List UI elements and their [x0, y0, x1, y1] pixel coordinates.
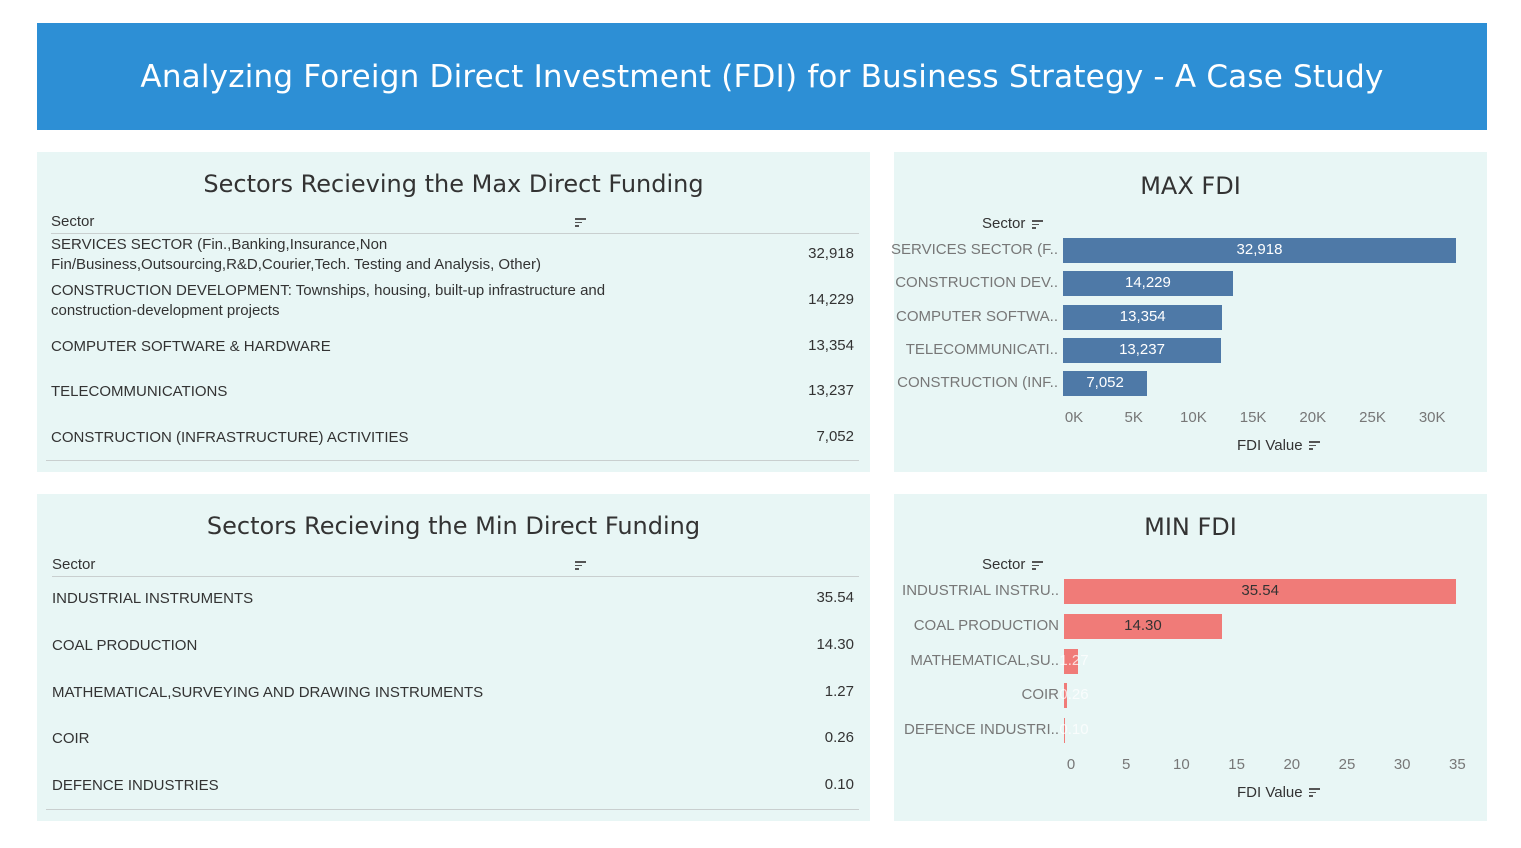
table-divider [46, 460, 859, 461]
x-tick-label: 5K [1124, 409, 1143, 426]
row-value: 1.27 [824, 683, 854, 700]
bar-value-label: 14,229 [1124, 274, 1171, 292]
x-tick-label: 10 [1173, 756, 1190, 773]
sort-icon[interactable] [575, 561, 586, 570]
row-sector: COAL PRODUCTION [52, 637, 198, 654]
x-tick-label: 0 [1066, 756, 1076, 773]
table-row[interactable]: MATHEMATICAL,SURVEYING AND DRAWING INSTR… [52, 672, 859, 718]
bar-category-label: COMPUTER SOFTWA.. [896, 307, 1058, 325]
table-divider [46, 809, 859, 810]
row-value: 14.30 [816, 636, 854, 653]
x-tick-label: 5 [1122, 756, 1131, 773]
bar-value-label: 7,052 [1086, 374, 1124, 392]
sort-icon[interactable] [575, 218, 586, 227]
sector-column-header[interactable]: Sector [52, 556, 95, 573]
y-axis-label: Sector [982, 215, 1026, 232]
row-sector: DEFENCE INDUSTRIES [52, 777, 219, 794]
dashboard-banner: Analyzing Foreign Direct Investment (FDI… [37, 23, 1487, 130]
row-value: 14,229 [808, 291, 854, 308]
min-table-header: Sector [52, 554, 859, 577]
table-row[interactable]: COMPUTER SOFTWARE & HARDWARE 13,354 [51, 326, 859, 370]
bar-value-label: 13,237 [1119, 340, 1165, 358]
x-tick-label: 35 [1449, 756, 1466, 773]
row-sector: MATHEMATICAL,SURVEYING AND DRAWING INSTR… [52, 684, 484, 701]
table-row[interactable]: CONSTRUCTION (INFRASTRUCTURE) ACTIVITIES… [51, 417, 859, 461]
bar-value-label: 13,354 [1119, 307, 1166, 325]
bar-category-label: MATHEMATICAL,SU.. [910, 651, 1059, 669]
table-row[interactable]: COIR 0.26 [52, 718, 859, 764]
max-table-header: Sector [51, 211, 859, 234]
x-tick-label: 30K [1418, 409, 1446, 426]
sort-icon[interactable] [1032, 561, 1043, 570]
x-tick-label: 20 [1283, 756, 1301, 773]
max-fdi-chart-panel: MAX FDI Sector FDI Value SERVICES SECTOR… [891, 152, 1487, 472]
table-row[interactable]: DEFENCE INDUSTRIES 0.10 [52, 765, 859, 811]
bar-category-label: DEFENCE INDUSTRI.. [903, 721, 1059, 739]
sector-column-header[interactable]: Sector [51, 213, 94, 230]
min-table-title: Sectors Recieving the Min Direct Funding [206, 512, 701, 540]
table-row[interactable]: COAL PRODUCTION 14.30 [52, 625, 859, 671]
x-tick-label: 15K [1239, 409, 1267, 426]
table-row[interactable]: INDUSTRIAL INSTRUMENTS 35.54 [52, 578, 859, 624]
chart-title: MIN FDI [1144, 513, 1237, 541]
max-table-title: Sectors Recieving the Max Direct Funding [203, 170, 704, 198]
chart-title: MAX FDI [1140, 172, 1241, 200]
x-axis-label: FDI Value [1237, 784, 1303, 801]
x-tick-label: 20K [1299, 409, 1327, 426]
x-tick-label: 30 [1393, 756, 1411, 773]
bar-value-label: 0.26 [1059, 686, 1089, 704]
row-value: 0.10 [824, 776, 854, 793]
row-sector: CONSTRUCTION DEVELOPMENT: Townships, hou… [51, 282, 606, 319]
bar-value-label: 1.27 [1059, 651, 1089, 669]
x-tick-label: 25K [1359, 409, 1386, 426]
x-axis-label: FDI Value [1237, 437, 1303, 454]
bar-value-label: 14.30 [1124, 616, 1162, 634]
bar-category-label: TELECOMMUNICATI.. [905, 340, 1058, 358]
min-table-panel: Sectors Recieving the Min Direct Funding… [37, 494, 870, 821]
row-value: 0.26 [824, 729, 854, 746]
sort-icon[interactable] [1309, 441, 1320, 450]
bar-category-label: COAL PRODUCTION [913, 616, 1059, 634]
x-tick-label: 15 [1228, 756, 1245, 773]
row-sector: TELECOMMUNICATIONS [51, 383, 228, 400]
bar-value-label: 35.54 [1241, 582, 1279, 599]
table-row[interactable]: CONSTRUCTION DEVELOPMENT: Townships, hou… [51, 280, 859, 324]
sort-icon[interactable] [1309, 788, 1320, 797]
bar-value-label: 32,918 [1236, 241, 1283, 258]
min-fdi-chart-panel: MIN FDI Sector FDI Value INDUSTRIAL INST… [894, 494, 1487, 821]
table-row[interactable]: TELECOMMUNICATIONS 13,237 [51, 371, 859, 415]
bar-value-label: 0.10 [1059, 721, 1089, 739]
row-sector: CONSTRUCTION (INFRASTRUCTURE) ACTIVITIES [51, 429, 409, 446]
x-tick-label: 10K [1180, 409, 1207, 426]
max-table-panel: Sectors Recieving the Max Direct Funding… [37, 152, 870, 472]
sort-icon[interactable] [1032, 220, 1043, 229]
row-value: 13,237 [808, 382, 854, 399]
row-sector: COIR [52, 730, 90, 747]
x-tick-label: 25 [1338, 756, 1356, 773]
dashboard-title: Analyzing Foreign Direct Investment (FDI… [140, 58, 1384, 95]
row-value: 32,918 [808, 245, 854, 262]
row-sector: COMPUTER SOFTWARE & HARDWARE [51, 338, 331, 355]
x-tick-label: 0K [1064, 409, 1084, 426]
table-row[interactable]: SERVICES SECTOR (Fin.,Banking,Insurance,… [51, 234, 859, 278]
row-value: 13,354 [808, 337, 854, 354]
bar-category-label: CONSTRUCTION (INF.. [897, 374, 1058, 392]
row-sector: INDUSTRIAL INSTRUMENTS [52, 590, 254, 607]
bar-category-label: INDUSTRIAL INSTRU.. [902, 582, 1059, 599]
row-value: 35.54 [816, 589, 854, 606]
bar-category-label: CONSTRUCTION DEV.. [895, 274, 1058, 292]
y-axis-label: Sector [982, 556, 1026, 573]
row-value: 7,052 [816, 428, 854, 445]
row-sector: SERVICES SECTOR (Fin.,Banking,Insurance,… [51, 236, 541, 273]
bar-category-label: SERVICES SECTOR (F.. [891, 241, 1058, 258]
